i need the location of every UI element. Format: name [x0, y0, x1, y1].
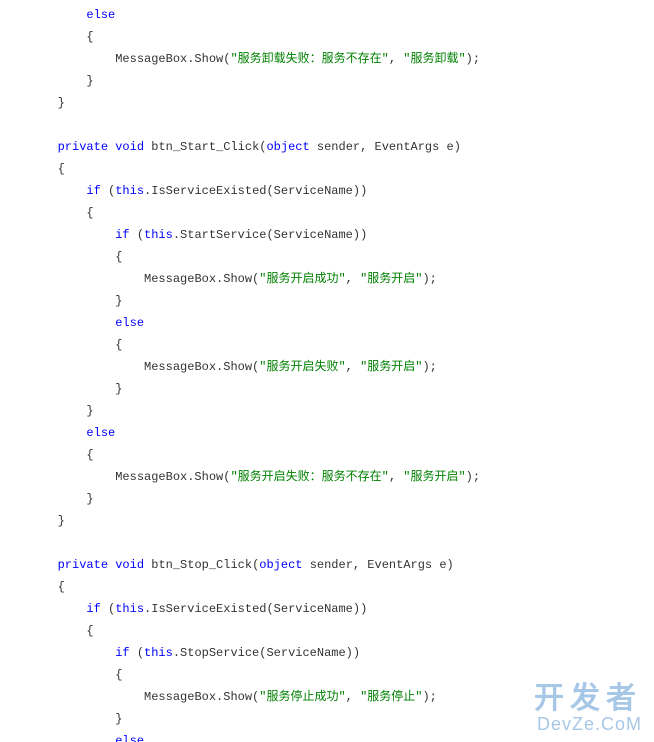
- line-close-brace: }: [0, 404, 94, 418]
- line-close-brace: }: [0, 514, 65, 528]
- line-blank: [0, 118, 7, 132]
- line-msg-start-ok: MessageBox.Show("服务开启成功", "服务开启");: [0, 272, 437, 286]
- code-document: { "indent": { "n3": " ", "n4": " ", "n2"…: [0, 0, 654, 742]
- line-open-brace: {: [0, 162, 65, 176]
- line-open-brace: {: [0, 580, 65, 594]
- line-method-stop: private void btn_Stop_Click(object sende…: [0, 558, 454, 572]
- line-else: else: [0, 734, 144, 742]
- line-open-brace: {: [0, 668, 122, 682]
- line-open-brace: {: [0, 338, 122, 352]
- line-close-brace: }: [0, 492, 94, 506]
- line-msg-start-fail-ne: MessageBox.Show("服务开启失败：服务不存在", "服务开启");: [0, 470, 480, 484]
- line-if-start-service: if (this.StartService(ServiceName)): [0, 228, 367, 242]
- line-msg-start-fail: MessageBox.Show("服务开启失败", "服务开启");: [0, 360, 437, 374]
- line-if-existed: if (this.IsServiceExisted(ServiceName)): [0, 184, 367, 198]
- line-blank: [0, 536, 7, 550]
- line-if-existed: if (this.IsServiceExisted(ServiceName)): [0, 602, 367, 616]
- line-close-brace: }: [0, 294, 122, 308]
- line-if-stop-service: if (this.StopService(ServiceName)): [0, 646, 360, 660]
- line-open-brace: {: [0, 30, 94, 44]
- line-method-start: private void btn_Start_Click(object send…: [0, 140, 461, 154]
- line-open-brace: {: [0, 448, 94, 462]
- line-close-brace: }: [0, 382, 122, 396]
- watermark: 开发者 DevZe.CoM: [534, 684, 642, 736]
- line-close-brace: }: [0, 74, 94, 88]
- line-msg-stop-ok: MessageBox.Show("服务停止成功", "服务停止");: [0, 690, 437, 704]
- line-else: else: [0, 8, 115, 22]
- line-close-brace: }: [0, 712, 122, 726]
- line-close-brace: }: [0, 96, 65, 110]
- line-open-brace: {: [0, 250, 122, 264]
- line-msg-uninstall-fail: MessageBox.Show("服务卸载失败：服务不存在", "服务卸载");: [0, 52, 480, 66]
- line-open-brace: {: [0, 206, 94, 220]
- line-open-brace: {: [0, 624, 94, 638]
- line-else: else: [0, 316, 144, 330]
- watermark-title: 开发者: [534, 684, 642, 714]
- watermark-url: DevZe.CoM: [534, 714, 642, 736]
- source-code-block: else { MessageBox.Show("服务卸载失败：服务不存在", "…: [0, 0, 480, 742]
- line-else: else: [0, 426, 115, 440]
